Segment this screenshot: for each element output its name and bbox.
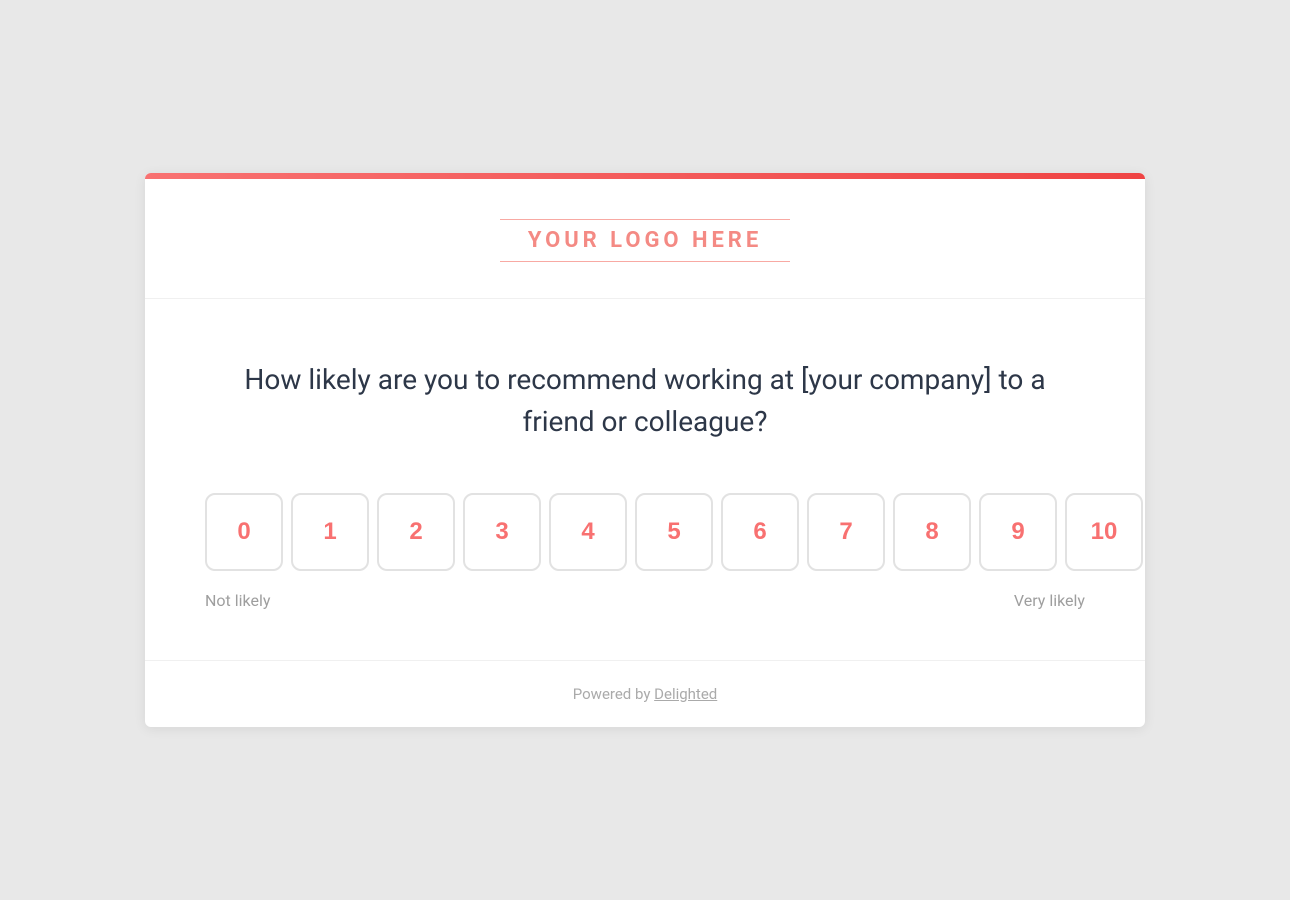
logo-line-bottom bbox=[500, 261, 790, 262]
logo-section: YOUR LOGO HERE bbox=[145, 179, 1145, 299]
survey-question: How likely are you to recommend working … bbox=[205, 359, 1085, 443]
scale-label-max: Very likely bbox=[1014, 591, 1085, 610]
survey-card: YOUR LOGO HERE How likely are you to rec… bbox=[145, 173, 1145, 727]
scale-btn-4[interactable]: 4 bbox=[549, 493, 627, 571]
scale-btn-9[interactable]: 9 bbox=[979, 493, 1057, 571]
scale-btn-5[interactable]: 5 bbox=[635, 493, 713, 571]
scale-btn-10[interactable]: 10 bbox=[1065, 493, 1143, 571]
scale-btn-3[interactable]: 3 bbox=[463, 493, 541, 571]
scale-btn-1[interactable]: 1 bbox=[291, 493, 369, 571]
scale-buttons: 012345678910 bbox=[205, 493, 1085, 571]
delighted-link[interactable]: Delighted bbox=[654, 685, 717, 703]
logo-placeholder: YOUR LOGO HERE bbox=[500, 219, 790, 262]
scale-label-min: Not likely bbox=[205, 591, 270, 610]
scale-btn-2[interactable]: 2 bbox=[377, 493, 455, 571]
scale-labels: Not likely Very likely bbox=[205, 591, 1085, 610]
logo-line-top bbox=[500, 219, 790, 220]
logo-text: YOUR LOGO HERE bbox=[528, 228, 762, 253]
powered-by-text: Powered by Delighted bbox=[573, 685, 718, 703]
footer-section: Powered by Delighted bbox=[145, 660, 1145, 727]
scale-container: 012345678910 Not likely Very likely bbox=[205, 493, 1085, 610]
scale-btn-7[interactable]: 7 bbox=[807, 493, 885, 571]
scale-btn-6[interactable]: 6 bbox=[721, 493, 799, 571]
scale-btn-0[interactable]: 0 bbox=[205, 493, 283, 571]
scale-btn-8[interactable]: 8 bbox=[893, 493, 971, 571]
survey-body: How likely are you to recommend working … bbox=[145, 299, 1145, 660]
